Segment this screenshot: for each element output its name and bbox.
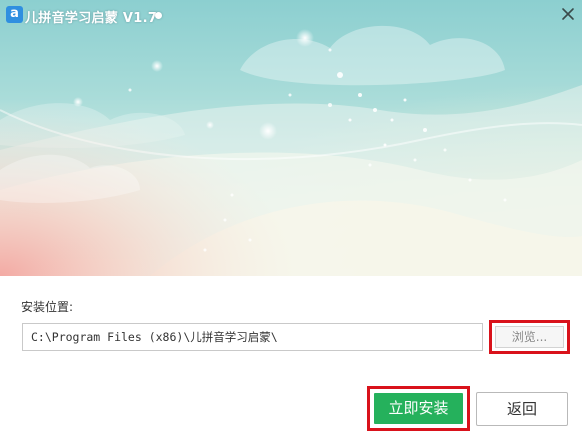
banner-artwork: a 儿拼音学习启蒙 V1.7 — [0, 0, 582, 276]
app-icon: a — [6, 6, 23, 23]
close-icon — [562, 8, 574, 20]
browse-button-label: 浏览... — [495, 326, 564, 348]
window-title: 儿拼音学习启蒙 V1.7 — [25, 11, 158, 26]
banner-illustration — [0, 0, 582, 276]
title-dot-icon — [155, 12, 162, 19]
back-button[interactable]: 返回 — [476, 392, 568, 426]
title-bar: a 儿拼音学习启蒙 V1.7 — [0, 0, 582, 34]
installer-window: a 儿拼音学习启蒙 V1.7 安装位置: 浏览... 立即安装 返回 — [0, 0, 582, 432]
install-now-label: 立即安装 — [374, 393, 463, 424]
install-now-button[interactable]: 立即安装 — [367, 386, 470, 431]
browse-button[interactable]: 浏览... — [489, 320, 570, 354]
close-button[interactable] — [558, 4, 578, 24]
install-location-label: 安装位置: — [21, 300, 74, 314]
install-path-input[interactable] — [22, 323, 483, 351]
